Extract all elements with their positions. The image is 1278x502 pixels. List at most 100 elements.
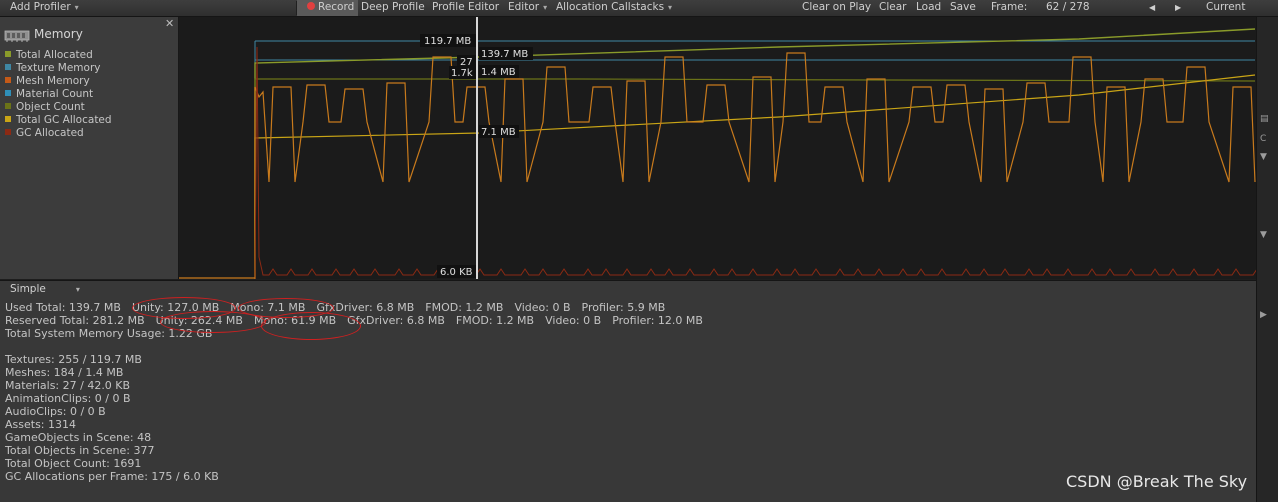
- legend-label: GC Allocated: [16, 127, 84, 139]
- annotation-ellipse-unity-reserved: [160, 311, 266, 333]
- used-fmod: FMOD: 1.2 MB: [425, 301, 504, 314]
- legend-item-total-gc-allocated[interactable]: Total GC Allocated: [5, 114, 112, 126]
- chevron-right-icon: ▶: [1175, 3, 1182, 12]
- clear-on-play-label: Clear on Play: [802, 1, 872, 13]
- load-label: Load: [916, 1, 942, 13]
- object-count-line: [254, 78, 1256, 279]
- annotation-total-gc-allocated: 7.1 MB: [481, 127, 516, 138]
- profiler-toolbar: Add Profiler Record Deep Profile Profile…: [0, 0, 1278, 17]
- stat-line: AudioClips: 0 / 0 B: [5, 405, 106, 418]
- used-total: Used Total: 139.7 MB: [5, 301, 121, 314]
- legend-item-texture-memory[interactable]: Texture Memory: [5, 62, 100, 74]
- annotation-texture-memory: 119.7 MB: [424, 36, 471, 47]
- memory-chip-icon: [4, 30, 30, 42]
- legend-label: Total Allocated: [16, 49, 93, 61]
- legend-item-gc-allocated[interactable]: GC Allocated: [5, 127, 84, 139]
- save-label: Save: [950, 1, 976, 13]
- deep-profile-label: Deep Profile: [361, 1, 425, 13]
- previous-frame-button[interactable]: ◀: [1145, 0, 1159, 16]
- chevron-down-icon[interactable]: ▼: [1260, 151, 1276, 163]
- reserved-gfxdriver: GfxDriver: 6.8 MB: [347, 314, 445, 327]
- editor-label: Editor: [508, 1, 540, 13]
- legend-label: Total GC Allocated: [16, 114, 112, 126]
- legend-swatch: [5, 51, 11, 57]
- search-icon[interactable]: C: [1260, 133, 1276, 145]
- load-button[interactable]: Load: [912, 0, 945, 16]
- chevron-left-icon: ◀: [1149, 3, 1156, 12]
- folder-icon[interactable]: ▤: [1260, 113, 1276, 125]
- stat-line: AnimationClips: 0 / 0 B: [5, 392, 131, 405]
- annotation-mesh-memory: 1.4 MB: [481, 67, 516, 78]
- frame-counter: 62 / 278: [1046, 1, 1090, 13]
- value-label-mesh-memory: 1.4 MB: [479, 65, 519, 78]
- reserved-video: Video: 0 B: [545, 314, 602, 327]
- legend-item-mesh-memory[interactable]: Mesh Memory: [5, 75, 90, 87]
- legend-label: Material Count: [16, 88, 94, 100]
- adjacent-panel-strip: ▤ C ▼ ▼ ▶: [1256, 17, 1278, 502]
- clear-on-play-button[interactable]: Clear on Play: [798, 0, 875, 16]
- profile-editor-button[interactable]: Profile Editor: [428, 0, 503, 16]
- record-icon: [307, 2, 315, 10]
- value-label-total-allocated: 139.7 MB: [479, 47, 533, 60]
- legend-swatch: [5, 103, 11, 109]
- legend-swatch: [5, 64, 11, 70]
- legend-swatch: [5, 77, 11, 83]
- mesh-memory-line: [254, 52, 1256, 279]
- stat-line: Materials: 27 / 42.0 KB: [5, 379, 131, 392]
- add-profiler-dropdown[interactable]: Add Profiler: [10, 0, 178, 16]
- view-mode-label: Simple: [10, 283, 46, 295]
- legend-swatch: [5, 116, 11, 122]
- memory-timeline-chart[interactable]: 119.7 MB 139.7 MB 27 1.7k 1.4 MB 7.1 MB …: [179, 17, 1256, 279]
- used-total-line: Used Total: 139.7 MB Unity: 127.0 MB Mono:…: [5, 301, 676, 314]
- total-allocated-line: [254, 28, 1256, 279]
- reserved-total: Reserved Total: 281.2 MB: [5, 314, 145, 327]
- allocation-callstacks-label: Allocation Callstacks: [556, 1, 665, 13]
- stat-line: Textures: 255 / 119.7 MB: [5, 353, 142, 366]
- stat-line: Assets: 1314: [5, 418, 76, 431]
- editor-dropdown[interactable]: Editor: [504, 0, 551, 16]
- legend-label: Texture Memory: [16, 62, 101, 74]
- chevron-down-icon[interactable]: ▼: [1260, 229, 1276, 241]
- legend-swatch: [5, 129, 11, 135]
- legend-label: Object Count: [16, 101, 85, 113]
- annotation-gc-allocated: 6.0 KB: [440, 267, 473, 278]
- stat-line: GameObjects in Scene: 48: [5, 431, 152, 444]
- reserved-fmod: FMOD: 1.2 MB: [455, 314, 535, 327]
- used-video: Video: 0 B: [514, 301, 571, 314]
- stat-line: Total Objects in Scene: 377: [5, 444, 155, 457]
- value-label-total-gc: 7.1 MB: [479, 125, 519, 138]
- close-icon[interactable]: ✕: [165, 17, 174, 30]
- frame-label: Frame:: [991, 1, 1028, 13]
- legend-label: Mesh Memory: [16, 75, 90, 87]
- memory-legend-panel: Memory ✕ Total Allocated Texture Memory …: [0, 17, 179, 279]
- save-button[interactable]: Save: [946, 0, 980, 16]
- value-label-gc: 6.0 KB: [437, 265, 476, 278]
- profile-editor-label: Profile Editor: [432, 1, 500, 13]
- view-mode-dropdown[interactable]: Simple: [10, 283, 80, 295]
- clear-button[interactable]: Clear: [875, 0, 910, 16]
- memory-chart-svg[interactable]: 119.7 MB 139.7 MB 27 1.7k 1.4 MB 7.1 MB …: [179, 17, 1256, 279]
- record-button[interactable]: Record: [297, 0, 359, 16]
- legend-item-object-count[interactable]: Object Count: [5, 101, 85, 113]
- watermark: CSDN @Break The Sky: [1066, 472, 1248, 491]
- stat-line: Meshes: 184 / 1.4 MB: [5, 366, 124, 379]
- total-gc-allocated-line: [254, 74, 1256, 279]
- stat-line: Total Object Count: 1691: [5, 457, 142, 470]
- deep-profile-button[interactable]: Deep Profile: [357, 0, 429, 16]
- current-label: Current: [1206, 1, 1246, 13]
- chevron-right-icon[interactable]: ▶: [1260, 309, 1276, 321]
- value-label-object-count: 1.7k: [449, 66, 476, 79]
- annotation-object-count: 1.7k: [451, 68, 473, 79]
- clear-label: Clear: [879, 1, 907, 13]
- allocation-callstacks-dropdown[interactable]: Allocation Callstacks: [552, 0, 676, 16]
- add-profiler-label: Add Profiler: [10, 1, 71, 13]
- annotation-total-allocated: 139.7 MB: [481, 49, 528, 60]
- gc-allocated-line: [254, 46, 1256, 279]
- value-label-texture: 119.7 MB: [420, 34, 476, 47]
- next-frame-button[interactable]: ▶: [1171, 0, 1185, 16]
- legend-item-material-count[interactable]: Material Count: [5, 88, 93, 100]
- current-frame-button[interactable]: Current: [1202, 0, 1249, 16]
- legend-item-total-allocated[interactable]: Total Allocated: [5, 49, 93, 61]
- reserved-profiler: Profiler: 12.0 MB: [612, 314, 703, 327]
- legend-title: Memory: [34, 27, 83, 41]
